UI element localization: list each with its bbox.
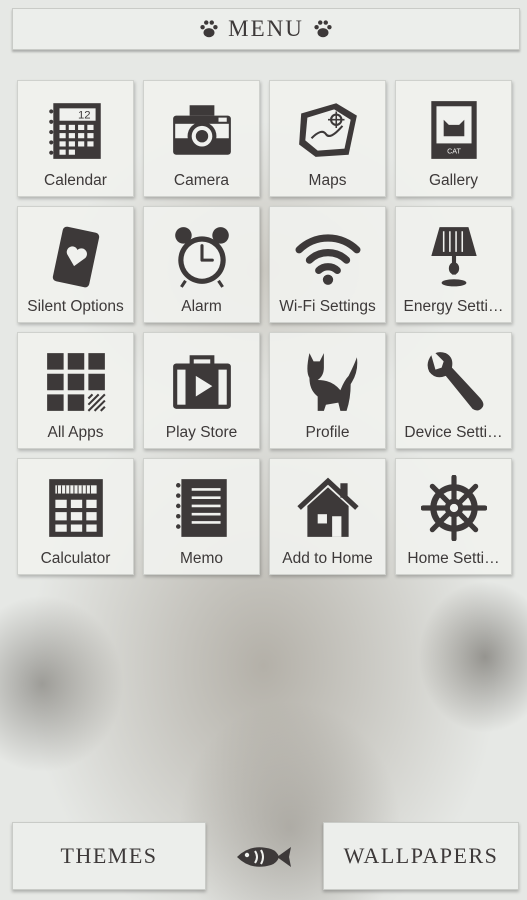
app-tile-play-store[interactable]: Play Store (143, 332, 260, 449)
app-label: Energy Setti… (403, 298, 504, 315)
app-tile-energy-settings[interactable]: Energy Setti… (395, 206, 512, 323)
app-tile-silent-options[interactable]: Silent Options (17, 206, 134, 323)
cat-silhouette-icon (292, 346, 364, 418)
house-icon (292, 472, 364, 544)
app-tile-maps[interactable]: Maps (269, 80, 386, 197)
camera-icon (166, 94, 238, 166)
wallpapers-button[interactable]: WALLPAPERS (323, 822, 519, 890)
app-tile-device-settings[interactable]: Device Setti… (395, 332, 512, 449)
app-label: Silent Options (27, 298, 124, 315)
app-label: Calculator (40, 550, 111, 567)
lamp-icon (418, 220, 490, 292)
app-tile-add-to-home[interactable]: Add to Home (269, 458, 386, 575)
notebook-icon (166, 472, 238, 544)
menu-title: MENU (228, 16, 304, 41)
app-label: Calendar (44, 172, 107, 189)
phone-heart-icon (40, 220, 112, 292)
wifi-icon (292, 220, 364, 292)
map-icon (292, 94, 364, 166)
calendar-icon: 12 (40, 94, 112, 166)
fish-icon[interactable] (233, 841, 293, 873)
app-grid: 12 Calendar Camera Maps CAT Gallery Sile… (17, 80, 512, 575)
play-bag-icon (166, 346, 238, 418)
app-tile-alarm[interactable]: Alarm (143, 206, 260, 323)
themes-button[interactable]: THEMES (12, 822, 206, 890)
calendar-day: 12 (77, 110, 90, 122)
app-label: Maps (308, 172, 347, 189)
app-label: Device Setti… (404, 424, 503, 441)
app-tile-memo[interactable]: Memo (143, 458, 260, 575)
app-label: Alarm (181, 298, 222, 315)
gallery-caption: CAT (447, 147, 461, 156)
app-grid-icon (40, 346, 112, 418)
calculator-icon (40, 472, 112, 544)
app-label: Gallery (428, 172, 479, 189)
app-label: Profile (305, 424, 350, 441)
app-tile-camera[interactable]: Camera (143, 80, 260, 197)
app-label: Camera (173, 172, 230, 189)
app-tile-all-apps[interactable]: All Apps (17, 332, 134, 449)
app-tile-home-settings[interactable]: Home Setti… (395, 458, 512, 575)
app-label: Wi-Fi Settings (279, 298, 376, 315)
app-label: Home Setti… (407, 550, 500, 567)
app-tile-calculator[interactable]: Calculator (17, 458, 134, 575)
app-label: Memo (179, 550, 224, 567)
app-label: All Apps (47, 424, 104, 441)
app-tile-calendar[interactable]: 12 Calendar (17, 80, 134, 197)
app-tile-profile[interactable]: Profile (269, 332, 386, 449)
app-label: Add to Home (282, 550, 373, 567)
cat-frame-icon: CAT (418, 94, 490, 166)
ship-wheel-icon (418, 472, 490, 544)
alarm-clock-icon (166, 220, 238, 292)
menu-header[interactable]: MENU (12, 8, 520, 50)
wrench-icon (418, 346, 490, 418)
app-tile-wifi-settings[interactable]: Wi-Fi Settings (269, 206, 386, 323)
paw-icon (200, 20, 218, 38)
paw-icon (314, 20, 332, 38)
app-label: Play Store (165, 424, 238, 441)
app-tile-gallery[interactable]: CAT Gallery (395, 80, 512, 197)
